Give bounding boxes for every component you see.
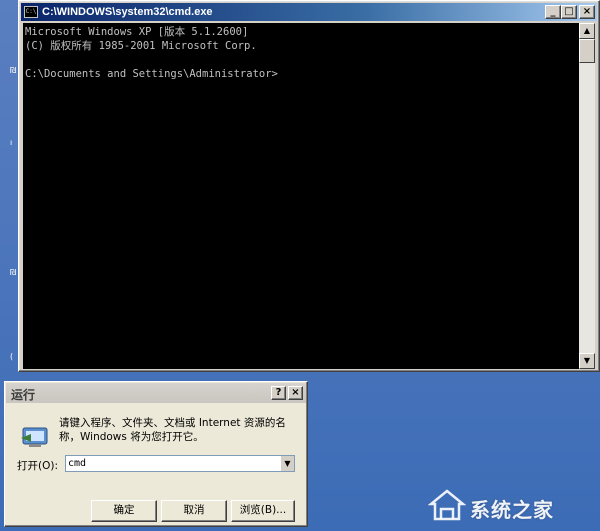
close-button[interactable]: × (579, 5, 595, 19)
open-combobox[interactable]: ▼ (65, 455, 295, 472)
scroll-up-button[interactable]: ▲ (579, 23, 595, 39)
close-button[interactable]: × (288, 386, 303, 400)
watermark-logo: 系统之家 (420, 484, 596, 526)
ok-button[interactable]: 确定 (91, 500, 157, 522)
run-program-icon (21, 427, 48, 447)
cmd-title-buttons: _ □ × (545, 5, 595, 19)
chevron-down-icon[interactable]: ▼ (280, 456, 294, 471)
cancel-button[interactable]: 取消 (161, 500, 227, 522)
help-button[interactable]: ? (271, 386, 286, 400)
console-line: (C) 版权所有 1985-2001 Microsoft Corp. (25, 40, 257, 52)
house-icon (428, 489, 466, 521)
watermark-text: 系统之家 (470, 498, 554, 522)
maximize-button[interactable]: □ (561, 5, 577, 19)
scroll-thumb[interactable] (579, 39, 595, 63)
cmd-titlebar[interactable]: C:\ C:\WINDOWS\system32\cmd.exe _ □ × (21, 3, 597, 21)
console-prompt-line: C:\Documents and Settings\Administrator> (25, 68, 278, 80)
cmd-window-title: C:\WINDOWS\system32\cmd.exe (42, 6, 213, 18)
vertical-scrollbar[interactable]: ▲ ▼ (579, 23, 595, 369)
console-line: Microsoft Windows XP [版本 5.1.2600] (25, 26, 249, 38)
cmd-app-icon[interactable]: C:\ (24, 6, 38, 18)
run-title-buttons: ? × (271, 386, 303, 400)
open-input[interactable] (66, 456, 280, 471)
minimize-button[interactable]: _ (545, 5, 561, 19)
cmd-window[interactable]: C:\ C:\WINDOWS\system32\cmd.exe _ □ × Mi… (18, 0, 600, 372)
open-field-label: 打开(O): (17, 460, 58, 472)
run-description: 请键入程序、文件夹、文档或 Internet 资源的名称，Windows 将为您… (59, 417, 286, 443)
run-dialog[interactable]: 运行 ? × 请键入程序、文件夹、文档或 Internet 资源的名称，Wind… (4, 381, 308, 527)
run-dialog-titlebar[interactable]: 运行 ? × (6, 383, 306, 403)
scroll-down-button[interactable]: ▼ (579, 353, 595, 369)
console-output[interactable]: Microsoft Windows XP [版本 5.1.2600] (C) 版权… (23, 23, 579, 369)
browse-button[interactable]: 浏览(B)... (231, 500, 295, 522)
run-dialog-title: 运行 (11, 388, 36, 402)
